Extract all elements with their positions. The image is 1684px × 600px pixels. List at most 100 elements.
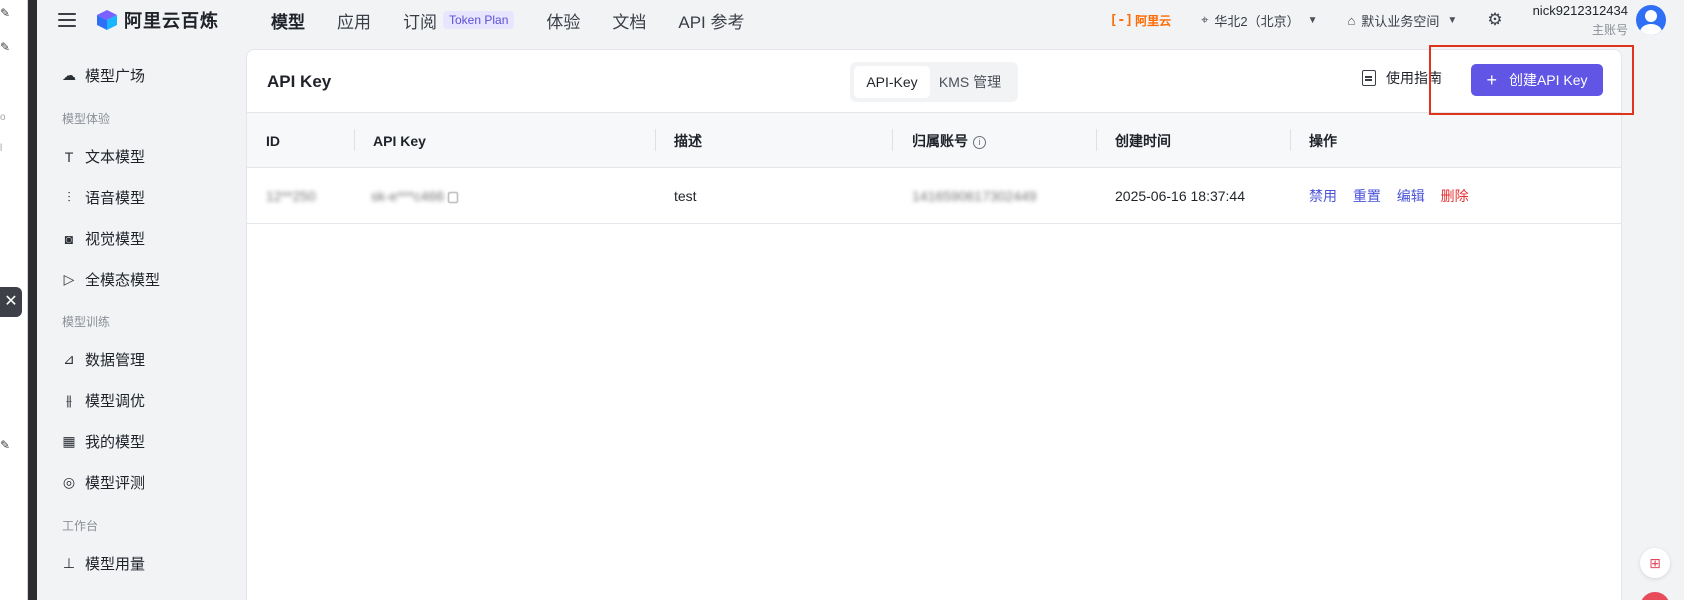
grid-icon: ▦ — [62, 433, 76, 449]
sidebar-item-vision-models[interactable]: ◙ 视觉模型 — [61, 228, 145, 249]
usage-icon: ⊥ — [62, 555, 76, 571]
column-divider — [354, 129, 355, 151]
page-title: API Key — [267, 72, 332, 91]
avatar[interactable] — [1636, 5, 1666, 35]
nav-label: 模型 — [271, 12, 305, 32]
location-pin-icon: ⌖ — [1201, 12, 1209, 27]
column-header-api-key: API Key — [373, 133, 426, 149]
sidebar-group-model-experience: 模型体验 — [62, 112, 111, 126]
compass-icon: ◎ — [62, 474, 76, 490]
feedback-widget-icon[interactable]: ⊞ — [1640, 548, 1670, 578]
column-header-actions: 操作 — [1309, 133, 1337, 149]
disable-button[interactable]: 禁用 — [1309, 188, 1337, 204]
copy-icon[interactable] — [448, 191, 459, 203]
play-icon: ▷ — [63, 271, 75, 287]
cloud-icon: ☁ — [62, 67, 76, 83]
sidebar-item-label: 模型用量 — [85, 556, 146, 573]
column-divider — [1096, 129, 1097, 151]
column-header-created-time: 创建时间 — [1115, 133, 1171, 149]
sidebar-item-omni-models[interactable]: ▷ 全模态模型 — [61, 269, 160, 290]
cell-account: 1416590617302449 — [912, 188, 1037, 204]
aliyun-logo-text: 阿里云 — [1135, 13, 1172, 28]
nav-item-docs[interactable]: 文档 — [612, 8, 646, 33]
nav-item-apps[interactable]: 应用 — [337, 8, 371, 33]
aliyun-logo[interactable]: [-] 阿里云 — [1110, 12, 1172, 29]
column-header-account-label: 归属账号 — [912, 133, 968, 149]
sidebar-item-speech-models[interactable]: ⫶ 语音模型 — [61, 187, 145, 208]
top-right-controls: [-] 阿里云 ⌖ 华北2（北京） ▼ ⌂ 默认业务空间 ▼ ⚙ nick921… — [1110, 0, 1684, 40]
cell-created-time: 2025-06-16 18:37:44 — [1115, 188, 1245, 204]
sidebar-item-label: 模型评测 — [85, 475, 146, 492]
workspace-label: 默认业务空间 — [1361, 13, 1440, 29]
create-api-key-button[interactable]: + 创建API Key — [1471, 64, 1603, 96]
info-icon[interactable]: i — [973, 135, 986, 149]
nav-label: 订阅 — [403, 12, 437, 32]
sidebar-item-label: 全模态模型 — [85, 272, 161, 289]
cell-description: test — [674, 188, 697, 204]
brand-name: 阿里云百炼 — [124, 11, 219, 31]
delete-button[interactable]: 删除 — [1441, 188, 1469, 204]
nav-item-models[interactable]: 模型 — [271, 8, 305, 33]
gear-icon[interactable]: ⚙ — [1487, 10, 1502, 30]
token-plan-badge: Token Plan — [443, 11, 515, 29]
pen-icon[interactable]: ✎ — [0, 6, 14, 20]
nav-label: 体验 — [546, 12, 581, 32]
waveform-icon: ⫶ — [67, 189, 71, 205]
column-divider — [892, 129, 893, 151]
sidebar-item-model-usage[interactable]: ⊥ 模型用量 — [61, 553, 145, 574]
sidebar: ☁ 模型广场 模型体验 T 文本模型 ⫶ 语音模型 ◙ 视觉模型 ▷ 全模态模型… — [37, 40, 229, 600]
cell-api-key: sk-e***c466 — [371, 168, 459, 224]
nav-label: 应用 — [337, 12, 371, 32]
sidebar-item-model-square[interactable]: ☁ 模型广场 — [61, 65, 145, 86]
faded-text-fragment: o — [0, 112, 6, 123]
tab-kms-management[interactable]: KMS 管理 — [930, 66, 1010, 98]
sidebar-item-label: 我的模型 — [85, 434, 146, 451]
sidebar-item-label: 文本模型 — [85, 149, 146, 166]
chart-icon: ⊿ — [63, 351, 75, 367]
sidebar-item-fine-tuning[interactable]: ⫵ 模型调优 — [61, 390, 145, 411]
text-icon: T — [64, 148, 74, 165]
sliders-icon: ⫵ — [65, 392, 73, 408]
assistant-float-button[interactable] — [1640, 592, 1670, 600]
menu-icon[interactable] — [58, 13, 76, 27]
nav-item-experience[interactable]: 体验 — [546, 8, 580, 33]
column-header-id: ID — [266, 133, 280, 149]
sidebar-item-label: 数据管理 — [85, 352, 146, 369]
create-api-key-label: 创建API Key — [1508, 72, 1588, 88]
api-key-value: sk-e***c466 — [371, 188, 445, 204]
main-nav: 模型 应用 订阅 Token Plan 体验 文档 API 参考 — [271, 0, 777, 40]
chevron-down-icon: ▼ — [1307, 14, 1318, 26]
reset-button[interactable]: 重置 — [1353, 188, 1381, 204]
workspace-selector[interactable]: ⌂ 默认业务空间 ▼ — [1348, 11, 1458, 30]
close-icon[interactable]: ✕ — [0, 287, 22, 317]
nav-label: API 参考 — [678, 12, 745, 32]
faded-text-fragment: l — [0, 143, 3, 154]
tab-api-key[interactable]: API-Key — [854, 66, 930, 98]
user-role: 主账号 — [1591, 22, 1628, 37]
column-header-account: 归属账号 i — [912, 113, 986, 169]
pen-icon[interactable]: ✎ — [0, 40, 14, 54]
sidebar-item-data-management[interactable]: ⊿ 数据管理 — [61, 349, 145, 370]
sidebar-item-text-models[interactable]: T 文本模型 — [61, 146, 145, 167]
brand-logo[interactable]: 阿里云百炼 — [96, 7, 219, 33]
sidebar-item-label: 语音模型 — [85, 190, 146, 207]
sidebar-item-my-models[interactable]: ▦ 我的模型 — [61, 431, 145, 452]
column-header-description: 描述 — [674, 133, 702, 149]
usage-guide-label: 使用指南 — [1386, 70, 1442, 86]
sidebar-item-label: 模型广场 — [85, 68, 146, 85]
usage-guide-link[interactable]: 使用指南 — [1362, 68, 1442, 88]
document-icon — [1362, 70, 1376, 86]
pen-icon[interactable]: ✎ — [0, 438, 14, 452]
region-selector[interactable]: ⌖ 华北2（北京） ▼ — [1201, 11, 1317, 30]
nav-item-subscription[interactable]: 订阅 Token Plan — [403, 8, 515, 33]
table-header: ID API Key 描述 归属账号 i 创建时间 操作 — [247, 112, 1621, 168]
user-name: nick9212312434 — [1532, 2, 1628, 18]
aliyun-bracket-icon: [-] — [1109, 12, 1134, 28]
column-divider — [1290, 129, 1291, 151]
user-info[interactable]: nick9212312434 主账号 — [1533, 3, 1628, 38]
nav-item-api-reference[interactable]: API 参考 — [678, 8, 744, 33]
column-divider — [655, 129, 656, 151]
sidebar-item-model-evaluation[interactable]: ◎ 模型评测 — [61, 472, 145, 493]
sidebar-item-label: 视觉模型 — [85, 231, 146, 248]
edit-button[interactable]: 编辑 — [1397, 188, 1425, 204]
